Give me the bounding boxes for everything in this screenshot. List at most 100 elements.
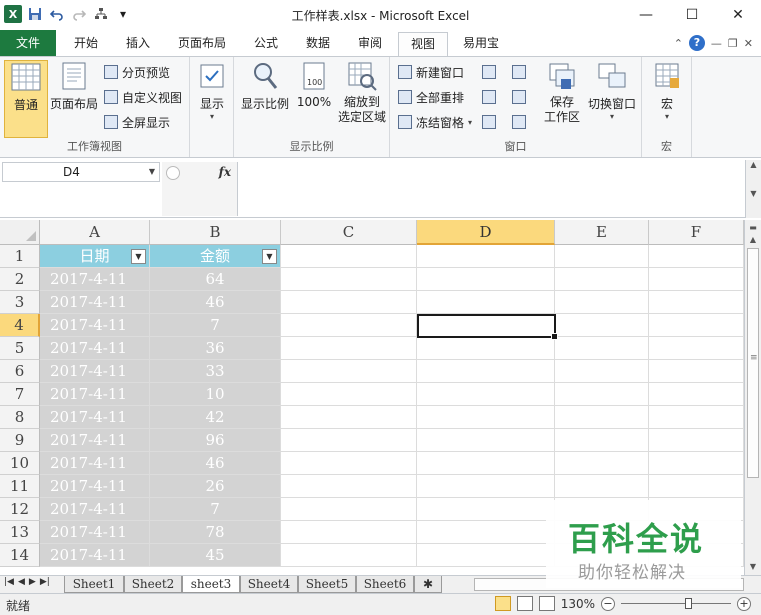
row-header[interactable]: 10: [0, 452, 40, 475]
normal-view-button[interactable]: 普通: [4, 60, 48, 138]
last-sheet-icon[interactable]: ▶|: [40, 577, 50, 587]
cell[interactable]: [555, 360, 649, 383]
tab-file[interactable]: 文件: [0, 30, 56, 56]
cell[interactable]: [417, 383, 555, 406]
new-window-button[interactable]: 新建窗口: [398, 61, 464, 83]
cell[interactable]: [649, 291, 744, 314]
cell-b1[interactable]: 金额 ▼: [150, 245, 281, 268]
cell[interactable]: [281, 544, 417, 567]
formula-grip-icon[interactable]: [166, 166, 180, 180]
column-header-b[interactable]: B: [150, 220, 281, 245]
cell[interactable]: 2017-4-11: [40, 452, 150, 475]
view-side-by-side-button[interactable]: [512, 61, 526, 83]
cell[interactable]: 2017-4-11: [40, 268, 150, 291]
cell[interactable]: [649, 406, 744, 429]
cell[interactable]: [417, 291, 555, 314]
filter-dropdown-icon[interactable]: ▼: [131, 249, 146, 264]
cell[interactable]: 64: [150, 268, 281, 291]
name-box[interactable]: D4 ▼: [2, 162, 160, 182]
cell[interactable]: [281, 429, 417, 452]
row-header[interactable]: 14: [0, 544, 40, 567]
doc-minimize-icon[interactable]: —: [711, 37, 722, 50]
cell[interactable]: [281, 291, 417, 314]
macros-button[interactable]: 宏 ▾: [645, 60, 689, 121]
zoom-out-icon[interactable]: −: [601, 596, 615, 611]
tab-view[interactable]: 视图: [398, 32, 448, 56]
cell[interactable]: 46: [150, 291, 281, 314]
cell[interactable]: 7: [150, 498, 281, 521]
cell[interactable]: [281, 337, 417, 360]
column-header-f[interactable]: F: [649, 220, 744, 245]
hide-button[interactable]: [482, 86, 496, 108]
cell[interactable]: [417, 406, 555, 429]
cell[interactable]: 7: [150, 314, 281, 337]
sheet-tab-sheet1[interactable]: Sheet1: [64, 576, 124, 593]
scroll-down-icon[interactable]: ▼: [745, 559, 761, 575]
scroll-up-icon[interactable]: ▲: [745, 232, 761, 248]
cell[interactable]: [417, 498, 555, 521]
sync-scroll-button[interactable]: [512, 86, 526, 108]
cell[interactable]: [417, 544, 555, 567]
cell[interactable]: 2017-4-11: [40, 521, 150, 544]
save-workspace-button[interactable]: 保存 工作区: [540, 60, 584, 125]
freeze-panes-button[interactable]: 冻结窗格 ▾: [398, 111, 472, 133]
tab-data[interactable]: 数据: [296, 32, 340, 56]
cell[interactable]: [281, 383, 417, 406]
sheet-tab-sheet5[interactable]: Sheet5: [298, 576, 356, 593]
cell[interactable]: 2017-4-11: [40, 429, 150, 452]
tab-formulas[interactable]: 公式: [244, 32, 288, 56]
split-button[interactable]: [482, 61, 496, 83]
cell[interactable]: [555, 429, 649, 452]
prev-sheet-icon[interactable]: ◀: [18, 577, 25, 587]
name-box-dropdown-icon[interactable]: ▼: [149, 163, 155, 181]
cell[interactable]: [555, 245, 649, 268]
cell[interactable]: [649, 429, 744, 452]
cell[interactable]: [281, 314, 417, 337]
page-layout-view-button[interactable]: 页面布局: [50, 60, 98, 112]
close-button[interactable]: ✕: [715, 0, 761, 30]
page-break-preview-button[interactable]: 分页预览: [104, 61, 170, 83]
column-header-c[interactable]: C: [281, 220, 417, 245]
cell[interactable]: [555, 406, 649, 429]
zoom-slider[interactable]: [621, 596, 731, 611]
cell[interactable]: [417, 337, 555, 360]
tab-page-layout[interactable]: 页面布局: [170, 32, 234, 56]
cell[interactable]: [417, 360, 555, 383]
cell[interactable]: 2017-4-11: [40, 314, 150, 337]
normal-view-status-icon[interactable]: [494, 596, 511, 611]
select-all-corner[interactable]: [0, 220, 40, 245]
cell[interactable]: [281, 245, 417, 268]
sheet-tab-sheet6[interactable]: Sheet6: [356, 576, 414, 593]
doc-close-icon[interactable]: ✕: [744, 37, 753, 50]
zoom-level[interactable]: 130%: [561, 597, 595, 611]
vertical-scrollbar[interactable]: ▬ ▲ ≡ ▼: [744, 220, 761, 575]
tab-home[interactable]: 开始: [62, 32, 110, 56]
cell[interactable]: 2017-4-11: [40, 337, 150, 360]
cell[interactable]: [649, 268, 744, 291]
cell[interactable]: [555, 291, 649, 314]
cell[interactable]: [649, 360, 744, 383]
maximize-button[interactable]: ☐: [669, 0, 715, 30]
cell[interactable]: [417, 245, 555, 268]
filter-dropdown-icon[interactable]: ▼: [262, 249, 277, 264]
zoom-knob[interactable]: [685, 598, 692, 609]
cell[interactable]: [555, 383, 649, 406]
sheet-tab-sheet2[interactable]: Sheet2: [124, 576, 182, 593]
cell[interactable]: [417, 452, 555, 475]
page-layout-status-icon[interactable]: [516, 596, 533, 611]
cell[interactable]: [649, 245, 744, 268]
row-header[interactable]: 13: [0, 521, 40, 544]
switch-windows-button[interactable]: 切换窗口 ▾: [586, 60, 638, 121]
row-header[interactable]: 5: [0, 337, 40, 360]
cell[interactable]: 2017-4-11: [40, 544, 150, 567]
row-header[interactable]: 4: [0, 314, 40, 337]
collapse-ribbon-icon[interactable]: ⌃: [674, 37, 683, 50]
cell[interactable]: [555, 268, 649, 291]
row-header[interactable]: 2: [0, 268, 40, 291]
row-header[interactable]: 1: [0, 245, 40, 268]
cell[interactable]: 26: [150, 475, 281, 498]
scroll-thumb[interactable]: ≡: [747, 248, 759, 478]
insert-function-button[interactable]: fx: [219, 165, 231, 179]
cell[interactable]: [417, 475, 555, 498]
help-icon[interactable]: ?: [688, 35, 705, 51]
